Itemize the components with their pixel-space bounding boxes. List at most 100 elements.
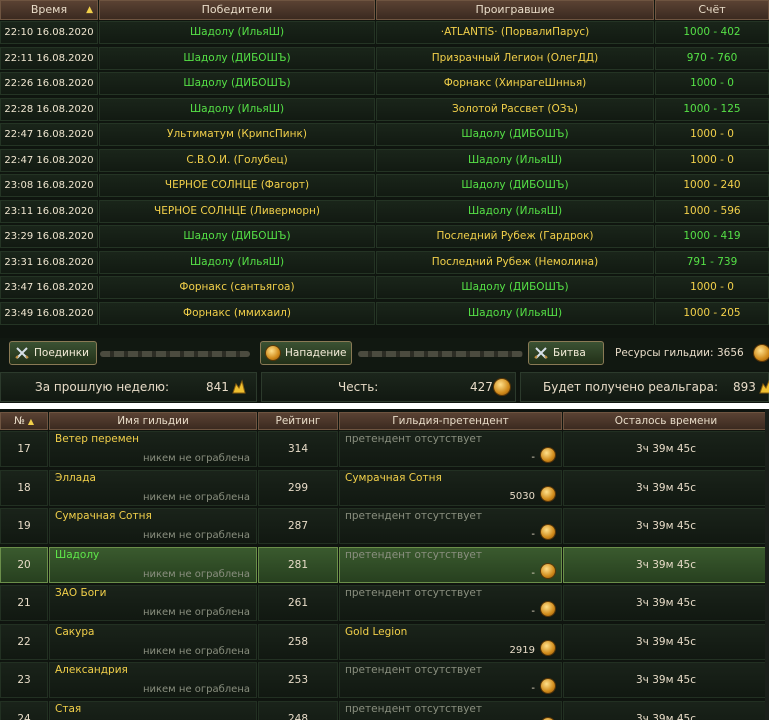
contender-amount: 5030: [509, 490, 535, 502]
battle-loser: Шадолу (ДИБОШЪ): [376, 123, 654, 146]
realgar-label: Будет получено реальгара:: [543, 380, 719, 394]
time-left: 3ч 39м 45с: [563, 508, 769, 544]
attack-coin-icon[interactable]: [541, 640, 555, 655]
attack-label: Нападение: [285, 347, 347, 359]
column-header-number[interactable]: № ▲: [0, 412, 48, 430]
attack-coin-icon[interactable]: [541, 602, 555, 616]
duels-label: Поединки: [34, 347, 89, 359]
guild-name[interactable]: Стая: [55, 703, 81, 715]
battle-score: 791 - 739: [655, 250, 769, 274]
battle-row[interactable]: 22:11 16.08.2020 Шадолу (ДИБОШЪ) Призрачны…: [0, 46, 769, 72]
battle-row[interactable]: 23:49 16.08.2020 Форнакс (ммихаил) Шадолу …: [0, 301, 769, 327]
battle-row[interactable]: 23:47 16.08.2020 Форнакс (сантьягоа) Шадол…: [0, 275, 769, 301]
battle-score: 1000 - 402: [655, 21, 769, 44]
battle-row[interactable]: 22:47 16.08.2020 С.В.О.И. (Голубец) Шадолу…: [0, 148, 769, 174]
honor-value: 427: [470, 380, 493, 394]
column-header-guild[interactable]: Имя гильдии: [49, 412, 257, 430]
attack-coin-icon[interactable]: [541, 679, 555, 693]
guild-resources-label: Ресурсы гильдии:: [615, 347, 714, 359]
guild-name-cell: Стая: [49, 700, 257, 720]
last-week-label: За прошлую неделю:: [35, 380, 170, 394]
guild-row[interactable]: 19 Сумрачная Сотня никем не ограблена 287 пр…: [0, 507, 769, 546]
guild-name[interactable]: Шадолу: [55, 549, 99, 561]
guild-rank-number: 23: [0, 662, 48, 698]
guild-row[interactable]: 18 Эллада никем не ограблена 299 Сумрачная С…: [0, 469, 769, 508]
contender-cell: Сумрачная Сотня 5030: [339, 469, 562, 506]
contender-name: претендент отсутствует: [345, 548, 482, 561]
guild-rank-number: 18: [0, 469, 48, 506]
column-header-time-left[interactable]: Осталось времени: [563, 412, 769, 430]
guild-name[interactable]: Александрия: [55, 664, 128, 676]
battle-row[interactable]: 23:29 16.08.2020 Шадолу (ДИБОШЪ) Последний…: [0, 224, 769, 250]
duels-button[interactable]: Поединки: [9, 341, 97, 365]
battle-score: 1000 - 419: [655, 225, 769, 248]
attack-icon: [266, 346, 280, 360]
guild-row[interactable]: 20 Шадолу никем не ограблена 281 претендент …: [0, 546, 769, 585]
guild-name[interactable]: ЗАО Боги: [55, 587, 107, 599]
column-header-score[interactable]: Счёт: [655, 0, 769, 20]
battle-row[interactable]: 22:10 16.08.2020 Шадолу (ИльяШ) ·ATLANTIS·…: [0, 20, 769, 46]
battle-row[interactable]: 23:08 16.08.2020 ЧЕРНОЕ СОЛНЦЕ (Фагорт) Ша…: [0, 173, 769, 199]
battle-button[interactable]: Битва: [528, 341, 604, 365]
contender-amount: -: [531, 529, 535, 540]
battle-winner: Шадолу (ИльяШ): [99, 97, 375, 121]
attack-coin-icon[interactable]: [541, 563, 555, 578]
guild-name[interactable]: Эллада: [55, 472, 96, 484]
guild-rank-number: 19: [0, 508, 48, 544]
battle-winner: ЧЕРНОЕ СОЛНЦЕ (Фагорт): [99, 174, 375, 197]
time-left: 3ч 39м 45с: [563, 700, 769, 720]
guild-row[interactable]: 24 Стая 248 претендент отсутствует 3ч 39м 45…: [0, 700, 769, 720]
attack-coin-icon[interactable]: [541, 448, 555, 462]
guild-row[interactable]: 17 Ветер перемен никем не ограблена 314 прет…: [0, 430, 769, 469]
guild-name[interactable]: Ветер перемен: [55, 433, 139, 445]
robbed-status: никем не ограблена: [142, 645, 250, 657]
battle-row[interactable]: 23:11 16.08.2020 ЧЕРНОЕ СОЛНЦЕ (Ливерморн…: [0, 199, 769, 225]
column-header-winners[interactable]: Победители: [99, 0, 375, 20]
honor-panel: Честь: 427: [261, 372, 516, 402]
header-guild-label: Имя гильдии: [117, 415, 189, 427]
contender-amount: -: [531, 567, 535, 579]
guild-rank-number: 20: [0, 546, 48, 583]
contender-cell: претендент отсутствует: [339, 700, 562, 720]
robbed-status: никем не ограблена: [142, 491, 250, 503]
attack-coin-icon[interactable]: [541, 525, 555, 539]
realgar-crystal-icon: [232, 379, 246, 394]
guild-name-cell: Эллада никем не ограблена: [49, 469, 257, 506]
guild-row[interactable]: 21 ЗАО Боги никем не ограблена 261 претенден…: [0, 584, 769, 623]
action-bar: Поединки Нападение Битва Ресурсы гильдии…: [0, 338, 769, 370]
column-header-rating[interactable]: Рейтинг: [258, 412, 338, 430]
guild-name[interactable]: Сакура: [55, 626, 94, 638]
battle-row[interactable]: 22:26 16.08.2020 Шадолу (ДИБОШЪ) Форнакс (…: [0, 71, 769, 97]
column-header-contender[interactable]: Гильдия-претендент: [339, 412, 562, 430]
battle-loser: Шадолу (ИльяШ): [376, 199, 654, 223]
battle-score: 1000 - 0: [655, 72, 769, 95]
guild-rating: 258: [258, 623, 338, 660]
contender-name: Gold Legion: [345, 625, 408, 638]
column-header-time[interactable]: Время ▲: [0, 0, 98, 20]
header-score-label: Счёт: [698, 3, 726, 16]
attack-button[interactable]: Нападение: [260, 341, 352, 365]
contender-name: Сумрачная Сотня: [345, 471, 442, 484]
battle-loser: Форнакс (ХинрагеШннья): [376, 72, 654, 95]
battle-row[interactable]: 22:28 16.08.2020 Шадолу (ИльяШ) Золотой Ра…: [0, 97, 769, 123]
battle-time: 22:47 16.08.2020: [0, 148, 98, 172]
guild-row[interactable]: 22 Сакура никем не ограблена 258 Gold Legion…: [0, 623, 769, 662]
battle-winner: Форнакс (ммихаил): [99, 301, 375, 325]
battle-score: 1000 - 205: [655, 301, 769, 325]
time-left: 3ч 39м 45с: [563, 662, 769, 698]
guild-rank-number: 22: [0, 623, 48, 660]
column-header-losers[interactable]: Проигравшие: [376, 0, 654, 20]
guild-name[interactable]: Сумрачная Сотня: [55, 510, 152, 522]
scrollbar[interactable]: [765, 409, 769, 720]
contender-cell: претендент отсутствует -: [339, 508, 562, 544]
guild-resources-value: 3656: [717, 347, 744, 359]
guild-row[interactable]: 23 Александрия никем не ограблена 253 претен…: [0, 661, 769, 700]
contender-name: претендент отсутствует: [345, 702, 482, 715]
battle-row[interactable]: 22:47 16.08.2020 Ультиматум (КрипсПинк) Ша…: [0, 122, 769, 148]
attack-coin-icon[interactable]: [541, 486, 555, 501]
guild-name-cell: Сумрачная Сотня никем не ограблена: [49, 508, 257, 544]
guild-rank-number: 24: [0, 700, 48, 720]
battle-row[interactable]: 23:31 16.08.2020 Шадолу (ИльяШ) Последний …: [0, 250, 769, 276]
crossed-swords-icon: [534, 347, 548, 359]
battle-time: 22:10 16.08.2020: [0, 21, 98, 44]
